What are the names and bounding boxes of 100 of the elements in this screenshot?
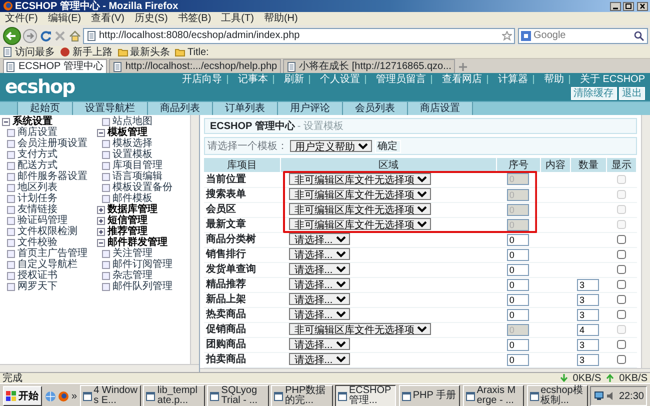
menu-item[interactable]: 帮助(H) [258, 13, 303, 24]
header-link[interactable]: 查看网店 [442, 74, 482, 85]
minimize-icon[interactable] [610, 2, 620, 10]
tree-group[interactable]: 模板管理 [108, 127, 148, 138]
tree-item[interactable]: 邮件队列管理 [112, 281, 172, 292]
show-checkbox[interactable] [617, 234, 626, 244]
quantity-field[interactable]: 4 [577, 324, 600, 336]
collapse-icon[interactable] [2, 118, 10, 126]
menu-item[interactable]: 工具(T) [216, 13, 259, 24]
quantity-field[interactable]: 3 [577, 294, 600, 306]
expand-icon[interactable] [97, 206, 105, 214]
header-link[interactable]: 刷新 [284, 74, 304, 85]
confirm-button[interactable]: 确定 [374, 140, 400, 152]
header-button[interactable]: 清除缓存 [570, 87, 616, 100]
region-select[interactable]: 非可编辑区库文件无选择项 [289, 172, 432, 185]
header-link[interactable]: 记事本 [238, 74, 268, 85]
start-button[interactable]: 开始 [2, 386, 42, 406]
show-checkbox[interactable] [617, 250, 626, 259]
scrollbar[interactable] [0, 364, 199, 372]
region-select[interactable]: 请选择... [289, 353, 350, 365]
region-select[interactable]: 请选择... [289, 338, 350, 350]
tree-group[interactable]: 系统设置 [12, 116, 52, 127]
globe-icon[interactable] [44, 390, 56, 402]
order-field[interactable]: 0 [507, 354, 530, 366]
order-field[interactable]: 0 [507, 338, 530, 350]
forward-icon[interactable] [23, 28, 37, 42]
tree-group[interactable]: 数据库管理 [108, 204, 158, 215]
nav-tab[interactable]: 会员列表 [343, 102, 408, 115]
tree-item[interactable]: 站点地图 [112, 116, 152, 127]
tree-group[interactable]: 邮件群发管理 [108, 237, 168, 248]
expand-icon[interactable] [97, 228, 105, 236]
template-select[interactable]: 用户定义帮助 [290, 140, 372, 152]
browser-tab[interactable]: 小将在成长 [http://12716865.qzo... [283, 59, 455, 73]
region-select[interactable]: 非可编辑区库文件无选择项 [289, 188, 432, 200]
show-checkbox[interactable] [617, 354, 626, 364]
show-checkbox[interactable] [617, 280, 626, 289]
header-link[interactable]: 帮助 [544, 74, 564, 85]
tree-item[interactable]: 自定义导航栏 [18, 259, 78, 270]
taskbar-button[interactable]: 4 Windows E... [80, 384, 141, 406]
reload-icon[interactable] [40, 30, 52, 42]
nav-tab[interactable]: 用户评论 [278, 102, 343, 115]
nav-tab[interactable]: 起始页 [18, 102, 73, 115]
header-button[interactable]: 退出 [619, 87, 645, 100]
tree-item[interactable]: 关注管理 [112, 248, 152, 259]
region-select[interactable]: 请选择... [289, 308, 350, 320]
header-link[interactable]: 开店向导 [182, 74, 222, 85]
tree-item[interactable]: 验证码管理 [18, 215, 68, 226]
star-icon[interactable] [502, 30, 512, 40]
close-icon[interactable] [636, 2, 648, 10]
tree-group[interactable]: 短信管理 [108, 215, 148, 226]
header-link[interactable]: 关于 ECSHOP [580, 74, 645, 85]
tree-item[interactable]: 配送方式 [18, 160, 58, 171]
region-select[interactable]: 非可编辑区库文件无选择项 [289, 323, 432, 335]
quantity-field[interactable]: 3 [577, 278, 600, 290]
show-checkbox[interactable] [617, 294, 626, 304]
bookmark[interactable]: Title: [175, 46, 209, 58]
nav-tab[interactable]: 商店设置 [408, 102, 473, 115]
show-checkbox[interactable] [617, 310, 626, 319]
back-icon[interactable] [2, 26, 20, 44]
menu-item[interactable]: 文件(F) [0, 13, 43, 24]
tree-item[interactable]: 模板选择 [112, 138, 152, 149]
region-select[interactable]: 请选择... [289, 278, 350, 290]
tree-item[interactable]: 邮件订阅管理 [112, 259, 172, 270]
nav-tab[interactable]: 订单列表 [213, 102, 278, 115]
bookmark[interactable]: 最新头条 [118, 46, 170, 58]
nav-tab[interactable]: 设置导航栏 [73, 102, 148, 115]
region-select[interactable]: 请选择... [289, 233, 350, 245]
region-select[interactable]: 非可编辑区库文件无选择项 [289, 203, 432, 215]
quantity-field[interactable]: 3 [577, 354, 600, 366]
taskbar-button[interactable]: ecshop模板制... [526, 384, 588, 406]
maximize-icon[interactable] [623, 2, 634, 10]
order-field[interactable]: 0 [507, 234, 530, 246]
menu-item[interactable]: 编辑(E) [42, 13, 86, 24]
tree-item[interactable]: 会员注册项设置 [18, 138, 88, 149]
expand-icon[interactable] [97, 216, 105, 224]
tree-item[interactable]: 邮件服务器设置 [18, 171, 88, 182]
home-icon[interactable] [68, 30, 80, 42]
quantity-field[interactable]: 3 [577, 338, 600, 350]
taskbar-button[interactable]: Araxis Merge - ... [462, 384, 524, 406]
order-field[interactable]: 0 [507, 248, 530, 260]
search-box[interactable]: Google [518, 28, 648, 44]
scrollbar[interactable] [641, 115, 650, 368]
tree-item[interactable]: 支付方式 [18, 149, 58, 160]
menu-item[interactable]: 历史(S) [129, 13, 173, 24]
header-link[interactable]: 管理员留言 [376, 74, 426, 85]
collapse-icon[interactable] [97, 238, 105, 246]
firefox-icon[interactable] [58, 390, 69, 402]
region-select[interactable]: 请选择... [289, 293, 350, 305]
tree-item[interactable]: 商店设置 [18, 127, 58, 138]
menu-item[interactable]: 书签(B) [172, 13, 216, 24]
nav-tab[interactable]: 商品列表 [148, 102, 213, 115]
order-field[interactable]: 0 [507, 264, 530, 276]
taskbar-button[interactable]: SQLyog Trial - ... [207, 384, 269, 406]
browser-tab[interactable]: http://localhost:.../ecshop/help.php [109, 59, 281, 73]
order-field[interactable]: 0 [507, 308, 530, 320]
header-link[interactable]: 计算器 [498, 74, 528, 85]
quantity-field[interactable]: 3 [577, 308, 600, 320]
bookmark[interactable]: 新手上路 [60, 46, 112, 58]
taskbar-button[interactable]: lib_template.p... [143, 384, 205, 406]
region-select[interactable]: 非可编辑区库文件无选择项 [289, 218, 432, 230]
